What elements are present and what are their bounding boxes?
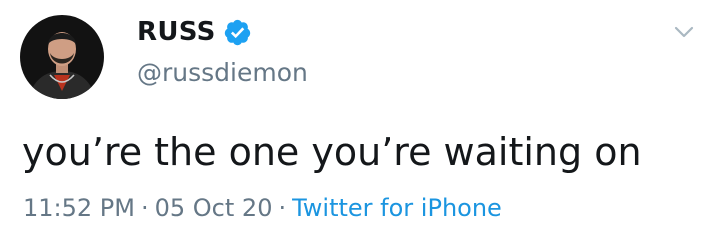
display-name[interactable]: RUSS <box>137 17 216 47</box>
tweet-card: RUSS @russdiemon you’re the one you’re w… <box>0 0 720 240</box>
author-row[interactable]: RUSS <box>137 14 252 50</box>
meta-separator: · <box>140 194 149 222</box>
avatar[interactable] <box>20 15 104 99</box>
tweet-meta: 11:52 PM · 05 Oct 20 · Twitter for iPhone <box>23 194 502 222</box>
tweet-time[interactable]: 11:52 PM <box>23 194 135 222</box>
meta-separator: · <box>278 194 287 222</box>
chevron-down-icon[interactable] <box>673 24 695 40</box>
tweet-text: you’re the one you’re waiting on <box>22 130 642 174</box>
tweet-source-link[interactable]: Twitter for iPhone <box>292 194 502 222</box>
verified-badge-icon <box>223 18 252 47</box>
user-handle[interactable]: @russdiemon <box>137 58 308 87</box>
tweet-date[interactable]: 05 Oct 20 <box>155 194 273 222</box>
